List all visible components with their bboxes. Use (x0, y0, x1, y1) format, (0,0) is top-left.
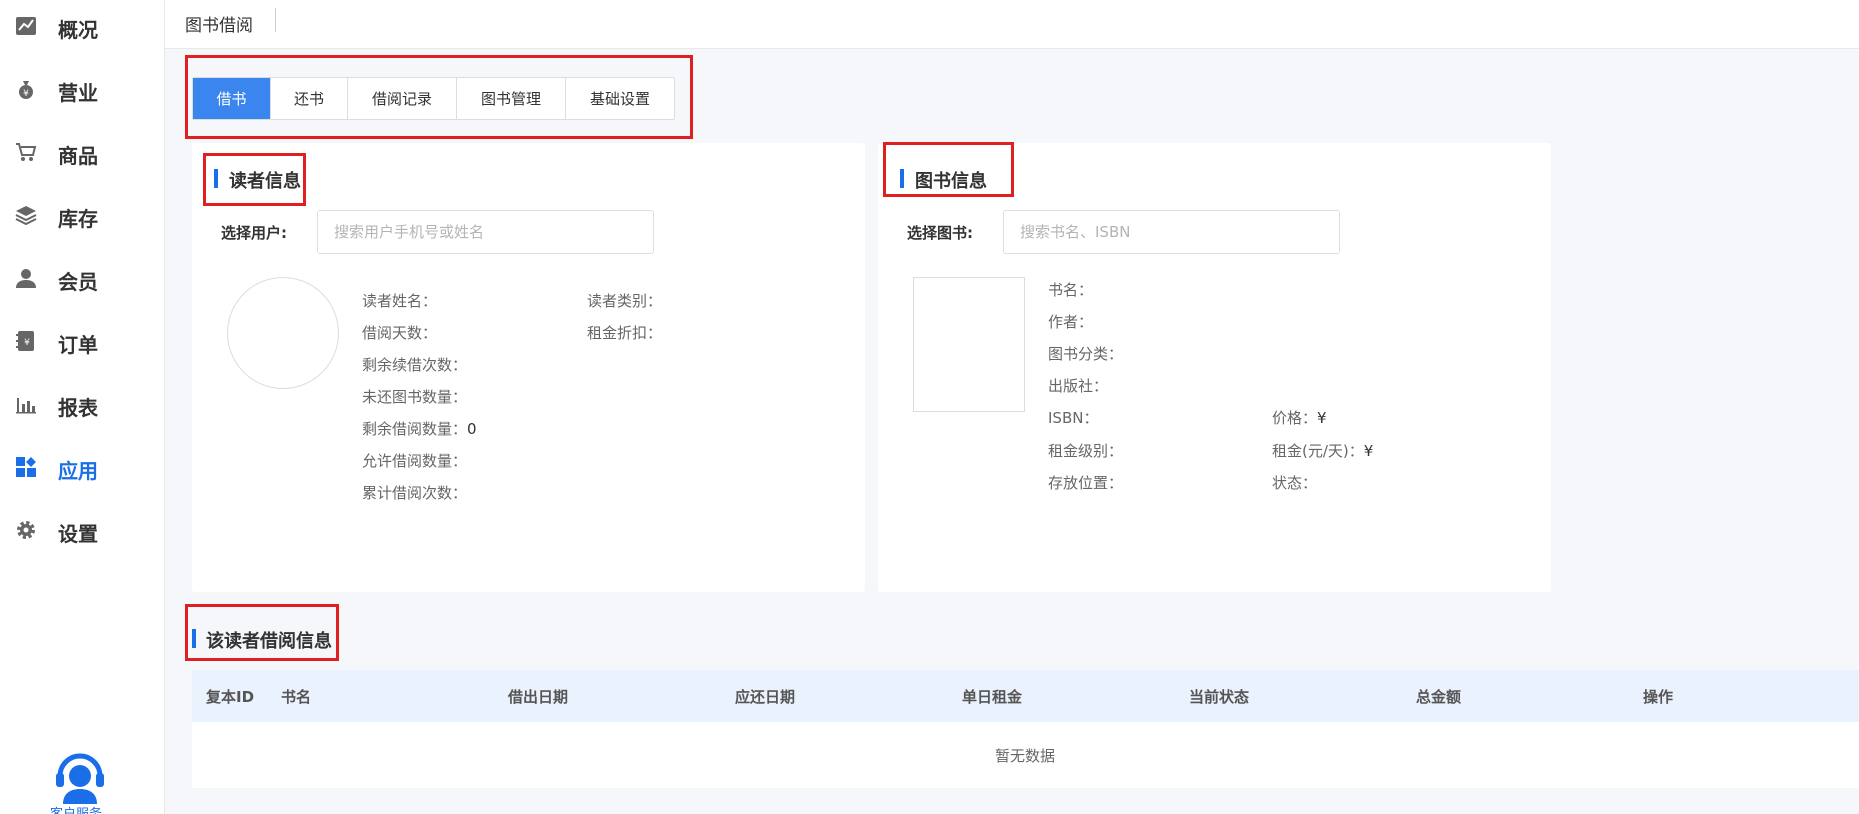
customer-service-button[interactable]: 客户服务 (40, 742, 120, 814)
column-header-borrow-date: 借出日期 (508, 688, 569, 706)
borrow-table-header: 复本ID 书名 借出日期 应还日期 单日租金 当前状态 总金额 操作 (192, 670, 1859, 722)
book-price-label: 价格：¥ (1272, 409, 1327, 427)
book-publisher-label: 出版社： (1048, 377, 1109, 395)
sidebar-item-members[interactable]: 会员 (0, 258, 165, 298)
borrow-table-body: 暂无数据 (192, 722, 1859, 788)
column-header-book-name: 书名 (281, 688, 312, 706)
book-cover-placeholder (913, 277, 1025, 412)
book-daily-rent-value: ¥ (1363, 442, 1374, 460)
total-borrow-count-label: 累计借阅次数： (362, 484, 468, 502)
sidebar-item-apps[interactable]: 应用 (0, 447, 165, 487)
remaining-borrow-count-value: 0 (467, 420, 477, 438)
sidebar-item-label: 报表 (58, 396, 98, 420)
column-header-current-status: 当前状态 (1189, 688, 1250, 706)
book-location-label: 存放位置： (1048, 474, 1124, 492)
empty-data-text: 暂无数据 (995, 747, 1056, 765)
book-search-input[interactable] (1003, 210, 1340, 254)
user-search-input[interactable] (317, 210, 654, 254)
book-price-value: ¥ (1317, 409, 1327, 427)
book-isbn-label: ISBN： (1048, 409, 1099, 427)
book-name-label: 书名： (1048, 281, 1094, 299)
sidebar-item-orders[interactable]: ¥ 订单 (0, 321, 165, 361)
section-marker (192, 629, 196, 648)
header-divider (275, 8, 276, 32)
reader-category-label: 读者类别： (587, 292, 663, 310)
sidebar-item-label: 设置 (58, 522, 98, 546)
book-author-label: 作者： (1048, 313, 1094, 331)
borrow-days-label: 借阅天数： (362, 324, 438, 342)
sidebar: 概况 ¥ 营业 商品 库存 会员 ¥ 订单 报表 应用 设置 (0, 0, 165, 814)
sidebar-item-label: 应用 (58, 459, 98, 483)
sidebar-item-settings[interactable]: 设置 (0, 510, 165, 550)
svg-text:¥: ¥ (23, 89, 29, 99)
sidebar-item-inventory[interactable]: 库存 (0, 195, 165, 235)
tab-borrow-records[interactable]: 借阅记录 (348, 78, 457, 119)
svg-text:¥: ¥ (24, 338, 30, 348)
reader-borrow-info-title: 该读者借阅信息 (206, 631, 332, 652)
select-user-label: 选择用户: (221, 224, 287, 242)
tab-basic-settings[interactable]: 基础设置 (566, 78, 674, 119)
page-header: 图书借阅 (165, 0, 1859, 49)
column-header-copy-id: 复本ID (206, 688, 255, 706)
sidebar-item-label: 概况 (58, 18, 98, 42)
layers-icon (14, 203, 38, 227)
money-bag-icon: ¥ (14, 77, 38, 101)
unreturned-books-label: 未还图书数量： (362, 388, 468, 406)
apps-icon (14, 455, 38, 479)
sidebar-item-overview[interactable]: 概况 (0, 6, 165, 46)
tab-borrow[interactable]: 借书 (193, 78, 271, 119)
tab-bar: 借书 还书 借阅记录 图书管理 基础设置 (192, 77, 675, 120)
page-title: 图书借阅 (185, 16, 253, 36)
sidebar-item-label: 营业 (58, 81, 98, 105)
trend-chart-icon (14, 14, 38, 38)
headset-icon (51, 746, 109, 808)
column-header-actions: 操作 (1643, 688, 1674, 706)
reader-info-title: 读者信息 (229, 171, 301, 192)
gear-icon (14, 518, 38, 542)
book-category-label: 图书分类： (1048, 345, 1124, 363)
user-icon (14, 266, 38, 290)
order-book-icon: ¥ (14, 329, 38, 353)
sidebar-item-reports[interactable]: 报表 (0, 384, 165, 424)
allowed-borrow-count-label: 允许借阅数量： (362, 452, 468, 470)
tab-book-management[interactable]: 图书管理 (457, 78, 566, 119)
sidebar-item-label: 库存 (58, 207, 98, 231)
column-header-due-date: 应还日期 (735, 688, 796, 706)
sidebar-item-goods[interactable]: 商品 (0, 132, 165, 172)
remaining-renewals-label: 剩余续借次数： (362, 356, 468, 374)
reader-avatar (227, 277, 339, 389)
sidebar-item-label: 会员 (58, 270, 98, 294)
reader-name-label: 读者姓名： (362, 292, 438, 310)
sidebar-item-label: 订单 (58, 333, 98, 357)
tab-return[interactable]: 还书 (271, 78, 348, 119)
book-rent-level-label: 租金级别： (1048, 442, 1124, 460)
cart-icon (14, 140, 38, 164)
column-header-daily-rent: 单日租金 (962, 688, 1023, 706)
remaining-borrow-count-label: 剩余借阅数量：0 (362, 420, 477, 438)
column-header-total-amount: 总金额 (1416, 688, 1462, 706)
sidebar-item-label: 商品 (58, 144, 98, 168)
customer-service-label: 客户服务 (50, 803, 102, 814)
rent-discount-label: 租金折扣： (587, 324, 663, 342)
book-daily-rent-label: 租金(元/天)：¥ (1272, 442, 1374, 460)
select-book-label: 选择图书: (907, 224, 973, 242)
book-info-title: 图书信息 (915, 171, 987, 192)
section-marker (900, 169, 904, 188)
bar-chart-icon (14, 392, 38, 416)
sidebar-item-business[interactable]: ¥ 营业 (0, 69, 165, 109)
section-marker (214, 169, 218, 188)
book-status-label: 状态： (1272, 474, 1318, 492)
